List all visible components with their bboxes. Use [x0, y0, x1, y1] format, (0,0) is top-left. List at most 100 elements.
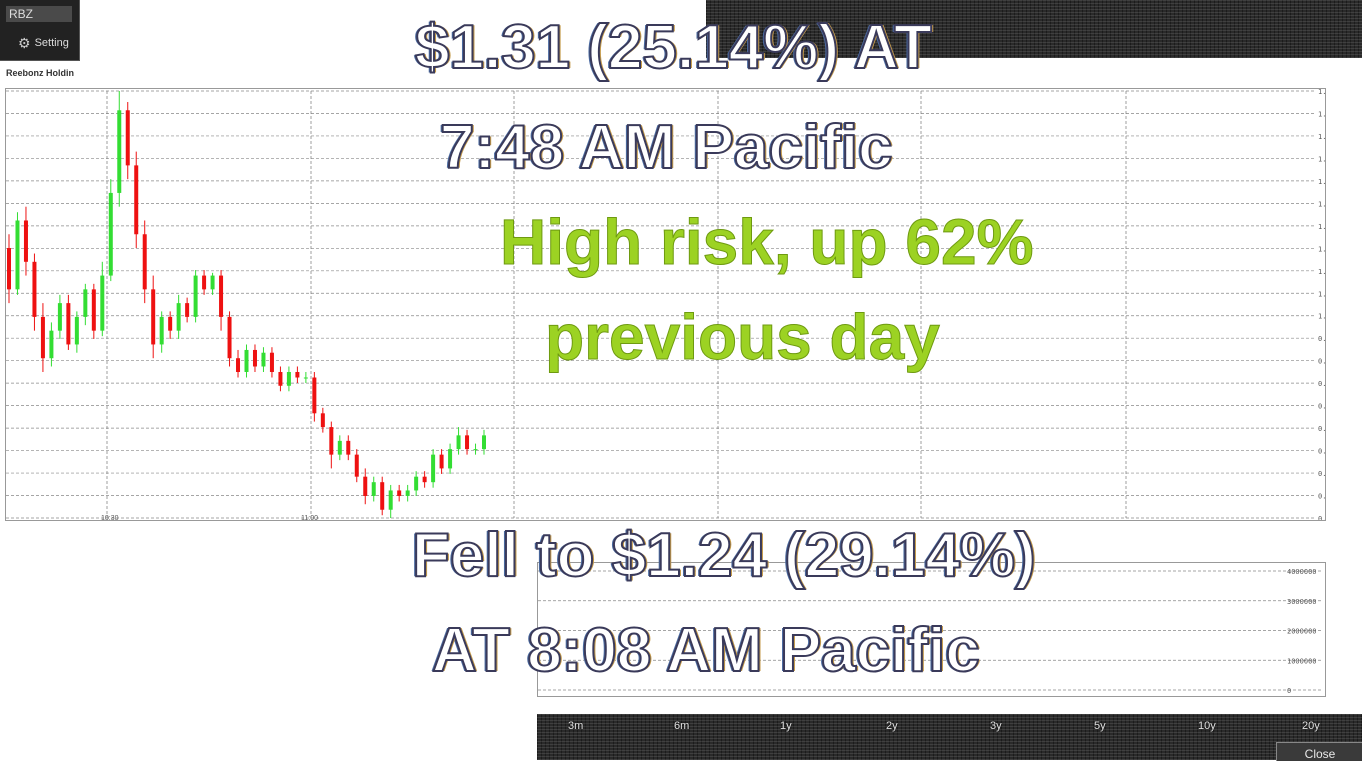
candle — [40, 303, 45, 372]
candle — [405, 484, 410, 502]
candle-body — [363, 476, 368, 496]
candle — [227, 311, 232, 367]
candle-body — [482, 435, 486, 450]
candle-body — [414, 476, 419, 491]
candle — [142, 220, 147, 304]
candle — [15, 212, 20, 295]
candle-body — [32, 261, 37, 317]
range-tab-bar — [537, 714, 1362, 760]
candle-body — [108, 192, 113, 276]
volume-chart-svg: 4000000 3000000 2000000 1000000 0 — [538, 568, 1323, 695]
candle — [252, 344, 257, 372]
candle-body — [159, 316, 164, 345]
candle-body — [286, 371, 291, 386]
candle — [108, 179, 113, 282]
candle — [32, 253, 37, 331]
candle — [66, 294, 71, 350]
y-tick-label: 1.20 — [1318, 268, 1325, 276]
candle — [278, 366, 283, 392]
y-tick-label: 1.50 — [1318, 178, 1325, 186]
candle-body — [465, 435, 470, 450]
y-tick-label: 0.52 — [1318, 470, 1325, 478]
candle — [363, 468, 368, 505]
volume-y-tick-label: 2000000 — [1287, 628, 1317, 636]
candle-body — [473, 449, 478, 451]
volume-y-tick-label: 0 — [1287, 687, 1291, 695]
candle — [261, 347, 266, 372]
ticker-symbol-input[interactable]: RBZ — [6, 6, 72, 22]
candle-body — [329, 427, 334, 455]
candle — [236, 349, 241, 378]
close-button[interactable]: Close — [1276, 742, 1362, 761]
candle-body — [397, 490, 402, 496]
candle-body — [23, 220, 28, 262]
candle — [388, 484, 393, 518]
candle — [320, 407, 325, 433]
volume-y-tick-label: 4000000 — [1287, 568, 1317, 576]
candle-body — [193, 275, 198, 317]
candle-body — [252, 349, 257, 367]
candle — [473, 443, 478, 455]
candle-body — [210, 275, 215, 290]
candle — [371, 476, 376, 502]
candle — [210, 272, 215, 295]
y-tick-label: 1.12 — [1318, 290, 1325, 298]
candle — [125, 102, 130, 180]
y-tick-label: 1.05 — [1318, 313, 1325, 321]
candle-body — [168, 316, 173, 331]
candle-body — [100, 275, 105, 331]
y-tick-label: 0.45 — [1318, 493, 1325, 501]
candle-body — [456, 435, 461, 450]
volume-y-tick-label: 1000000 — [1287, 657, 1317, 665]
y-tick-label: 1.92 — [1318, 89, 1325, 96]
candle — [295, 366, 300, 384]
candle-body — [371, 482, 376, 496]
range-tab-1y[interactable]: 1y — [780, 720, 792, 732]
candle-body — [405, 490, 410, 496]
candle — [346, 435, 351, 461]
candle-body — [278, 371, 283, 386]
x-tick-label: 10:30 — [101, 515, 119, 520]
candle — [74, 311, 79, 353]
candle — [202, 270, 207, 295]
settings-button[interactable]: ⚙ Setting — [18, 35, 69, 51]
candle — [23, 206, 28, 276]
price-chart: 1.92 1.82 1.68 1.57 1.50 1.42 1.35 1.27 1.20 1.12… — [5, 88, 1326, 521]
candle — [159, 311, 164, 353]
range-tab-5y[interactable]: 5y — [1094, 720, 1106, 732]
candle — [193, 270, 198, 323]
candle-body — [74, 316, 79, 345]
range-tab-2y[interactable]: 2y — [886, 720, 898, 732]
y-tick-label: 0.75 — [1318, 403, 1325, 411]
y-tick-label: 0.82 — [1318, 380, 1325, 388]
y-tick-label: 1.82 — [1318, 110, 1325, 118]
gear-icon: ⚙ — [18, 35, 31, 51]
candle — [83, 283, 88, 326]
candle-body — [202, 275, 207, 290]
candle-body — [337, 440, 342, 455]
candle-body — [15, 220, 20, 290]
settings-label: Setting — [34, 37, 69, 49]
candle-body — [40, 316, 45, 359]
candle — [57, 294, 62, 339]
range-tab-10y[interactable]: 10y — [1198, 720, 1216, 732]
candle-body — [320, 413, 325, 428]
y-tick-label: 0.60 — [1318, 448, 1325, 456]
range-tab-3m[interactable]: 3m — [568, 720, 583, 732]
y-tick-label: 0.97 — [1318, 335, 1325, 343]
y-tick-label: 1.42 — [1318, 200, 1325, 208]
candle — [303, 371, 308, 384]
candle-body — [176, 303, 181, 331]
candle — [329, 421, 334, 469]
range-tab-20y[interactable]: 20y — [1302, 720, 1320, 732]
candle — [244, 344, 249, 378]
candle-body — [448, 449, 453, 469]
range-tab-3y[interactable]: 3y — [990, 720, 1002, 732]
candle-body — [83, 289, 88, 317]
company-name: Reebonz Holdin — [6, 68, 74, 78]
candle-body — [185, 303, 190, 317]
candle-body — [303, 377, 308, 379]
candle-body — [125, 110, 130, 166]
range-tab-6m[interactable]: 6m — [674, 720, 689, 732]
candle-body — [380, 482, 385, 510]
